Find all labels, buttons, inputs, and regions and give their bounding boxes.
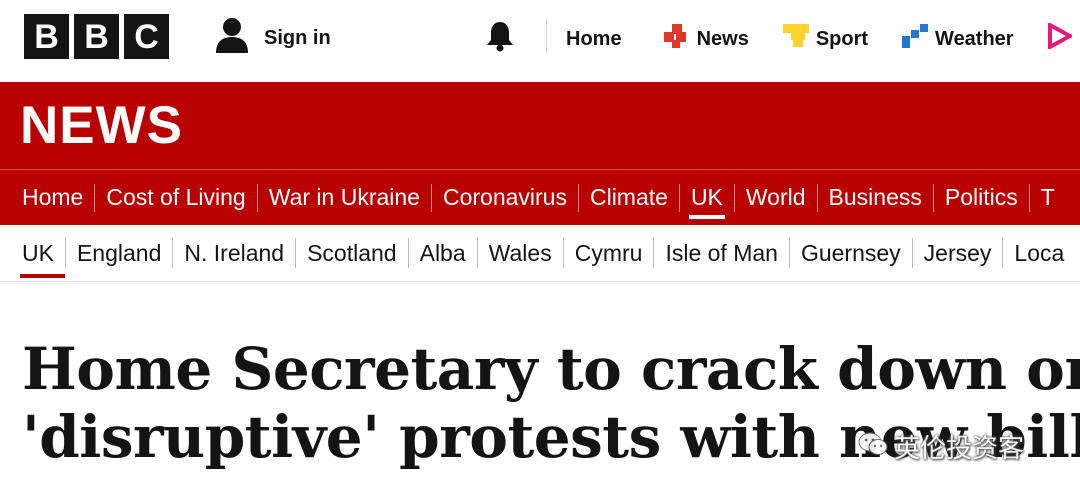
- sub-nav-alba[interactable]: Alba: [409, 225, 477, 281]
- main-nav-business[interactable]: Business: [818, 170, 933, 225]
- main-nav-coronavirus[interactable]: Coronavirus: [432, 170, 578, 225]
- main-nav-war-in-ukraine[interactable]: War in Ukraine: [258, 170, 431, 225]
- header-divider: [546, 18, 547, 54]
- sub-nav-n-ireland[interactable]: N. Ireland: [173, 225, 295, 281]
- main-nav-climate[interactable]: Climate: [579, 170, 679, 225]
- headline-line-1: Home Secretary to crack down on: [22, 335, 1080, 403]
- global-nav-weather[interactable]: Weather: [902, 24, 1014, 54]
- iplayer-icon: [1047, 21, 1074, 55]
- wechat-watermark: 英伦投资客: [858, 428, 1024, 465]
- logo-letter: B: [24, 14, 69, 59]
- sub-nav-local[interactable]: Loca: [1003, 225, 1075, 281]
- news-icon: [663, 24, 690, 54]
- sign-in-button[interactable]: Sign in: [214, 17, 331, 60]
- sub-nav-isle-of-man[interactable]: Isle of Man: [654, 225, 789, 281]
- main-nav-home[interactable]: Home: [0, 170, 94, 225]
- main-nav-world[interactable]: World: [735, 170, 817, 225]
- sub-nav-divider: [0, 281, 1080, 282]
- watermark-text: 英伦投资客: [894, 434, 1025, 464]
- wechat-icon: [858, 431, 888, 462]
- sub-nav-england[interactable]: England: [66, 225, 172, 281]
- sub-nav-scotland[interactable]: Scotland: [296, 225, 408, 281]
- global-nav-sport[interactable]: Sport: [782, 24, 869, 54]
- logo-letter: B: [74, 14, 119, 59]
- news-masthead: NEWS Home Cost of Living War in Ukraine …: [0, 82, 1080, 225]
- global-nav: Home News Sport Weather: [566, 21, 1079, 55]
- main-nav-cost-of-living[interactable]: Cost of Living: [95, 170, 256, 225]
- sport-icon: [782, 24, 809, 54]
- sub-nav-jersey[interactable]: Jersey: [913, 225, 1003, 281]
- global-header: B B C Sign in Home News Sport Weather: [0, 0, 1080, 82]
- global-nav-sport-label: Sport: [815, 27, 869, 50]
- global-nav-iplayer[interactable]: [1047, 21, 1079, 55]
- global-nav-home[interactable]: Home: [566, 28, 622, 51]
- user-icon: [214, 17, 250, 60]
- bell-icon[interactable]: [485, 20, 515, 57]
- global-nav-news-label: News: [696, 27, 749, 50]
- news-title[interactable]: NEWS: [20, 96, 183, 156]
- sub-nav-uk[interactable]: UK: [0, 225, 65, 281]
- sub-nav-cymru[interactable]: Cymru: [564, 225, 654, 281]
- main-nav-politics[interactable]: Politics: [934, 170, 1029, 225]
- sub-nav-wales[interactable]: Wales: [478, 225, 563, 281]
- main-nav-uk[interactable]: UK: [680, 170, 734, 225]
- global-nav-weather-label: Weather: [935, 27, 1014, 50]
- global-nav-news[interactable]: News: [663, 24, 749, 54]
- sub-nav-guernsey[interactable]: Guernsey: [790, 225, 912, 281]
- uk-sub-nav: UK England N. Ireland Scotland Alba Wale…: [0, 225, 1080, 281]
- main-nav-truncated[interactable]: T: [1030, 170, 1066, 225]
- logo-letter: C: [124, 14, 169, 59]
- global-nav-home-label: Home: [566, 27, 622, 50]
- sign-in-label: Sign in: [264, 27, 331, 49]
- weather-icon: [902, 24, 929, 54]
- bbc-logo[interactable]: B B C: [24, 14, 169, 59]
- news-main-nav: Home Cost of Living War in Ukraine Coron…: [0, 170, 1066, 225]
